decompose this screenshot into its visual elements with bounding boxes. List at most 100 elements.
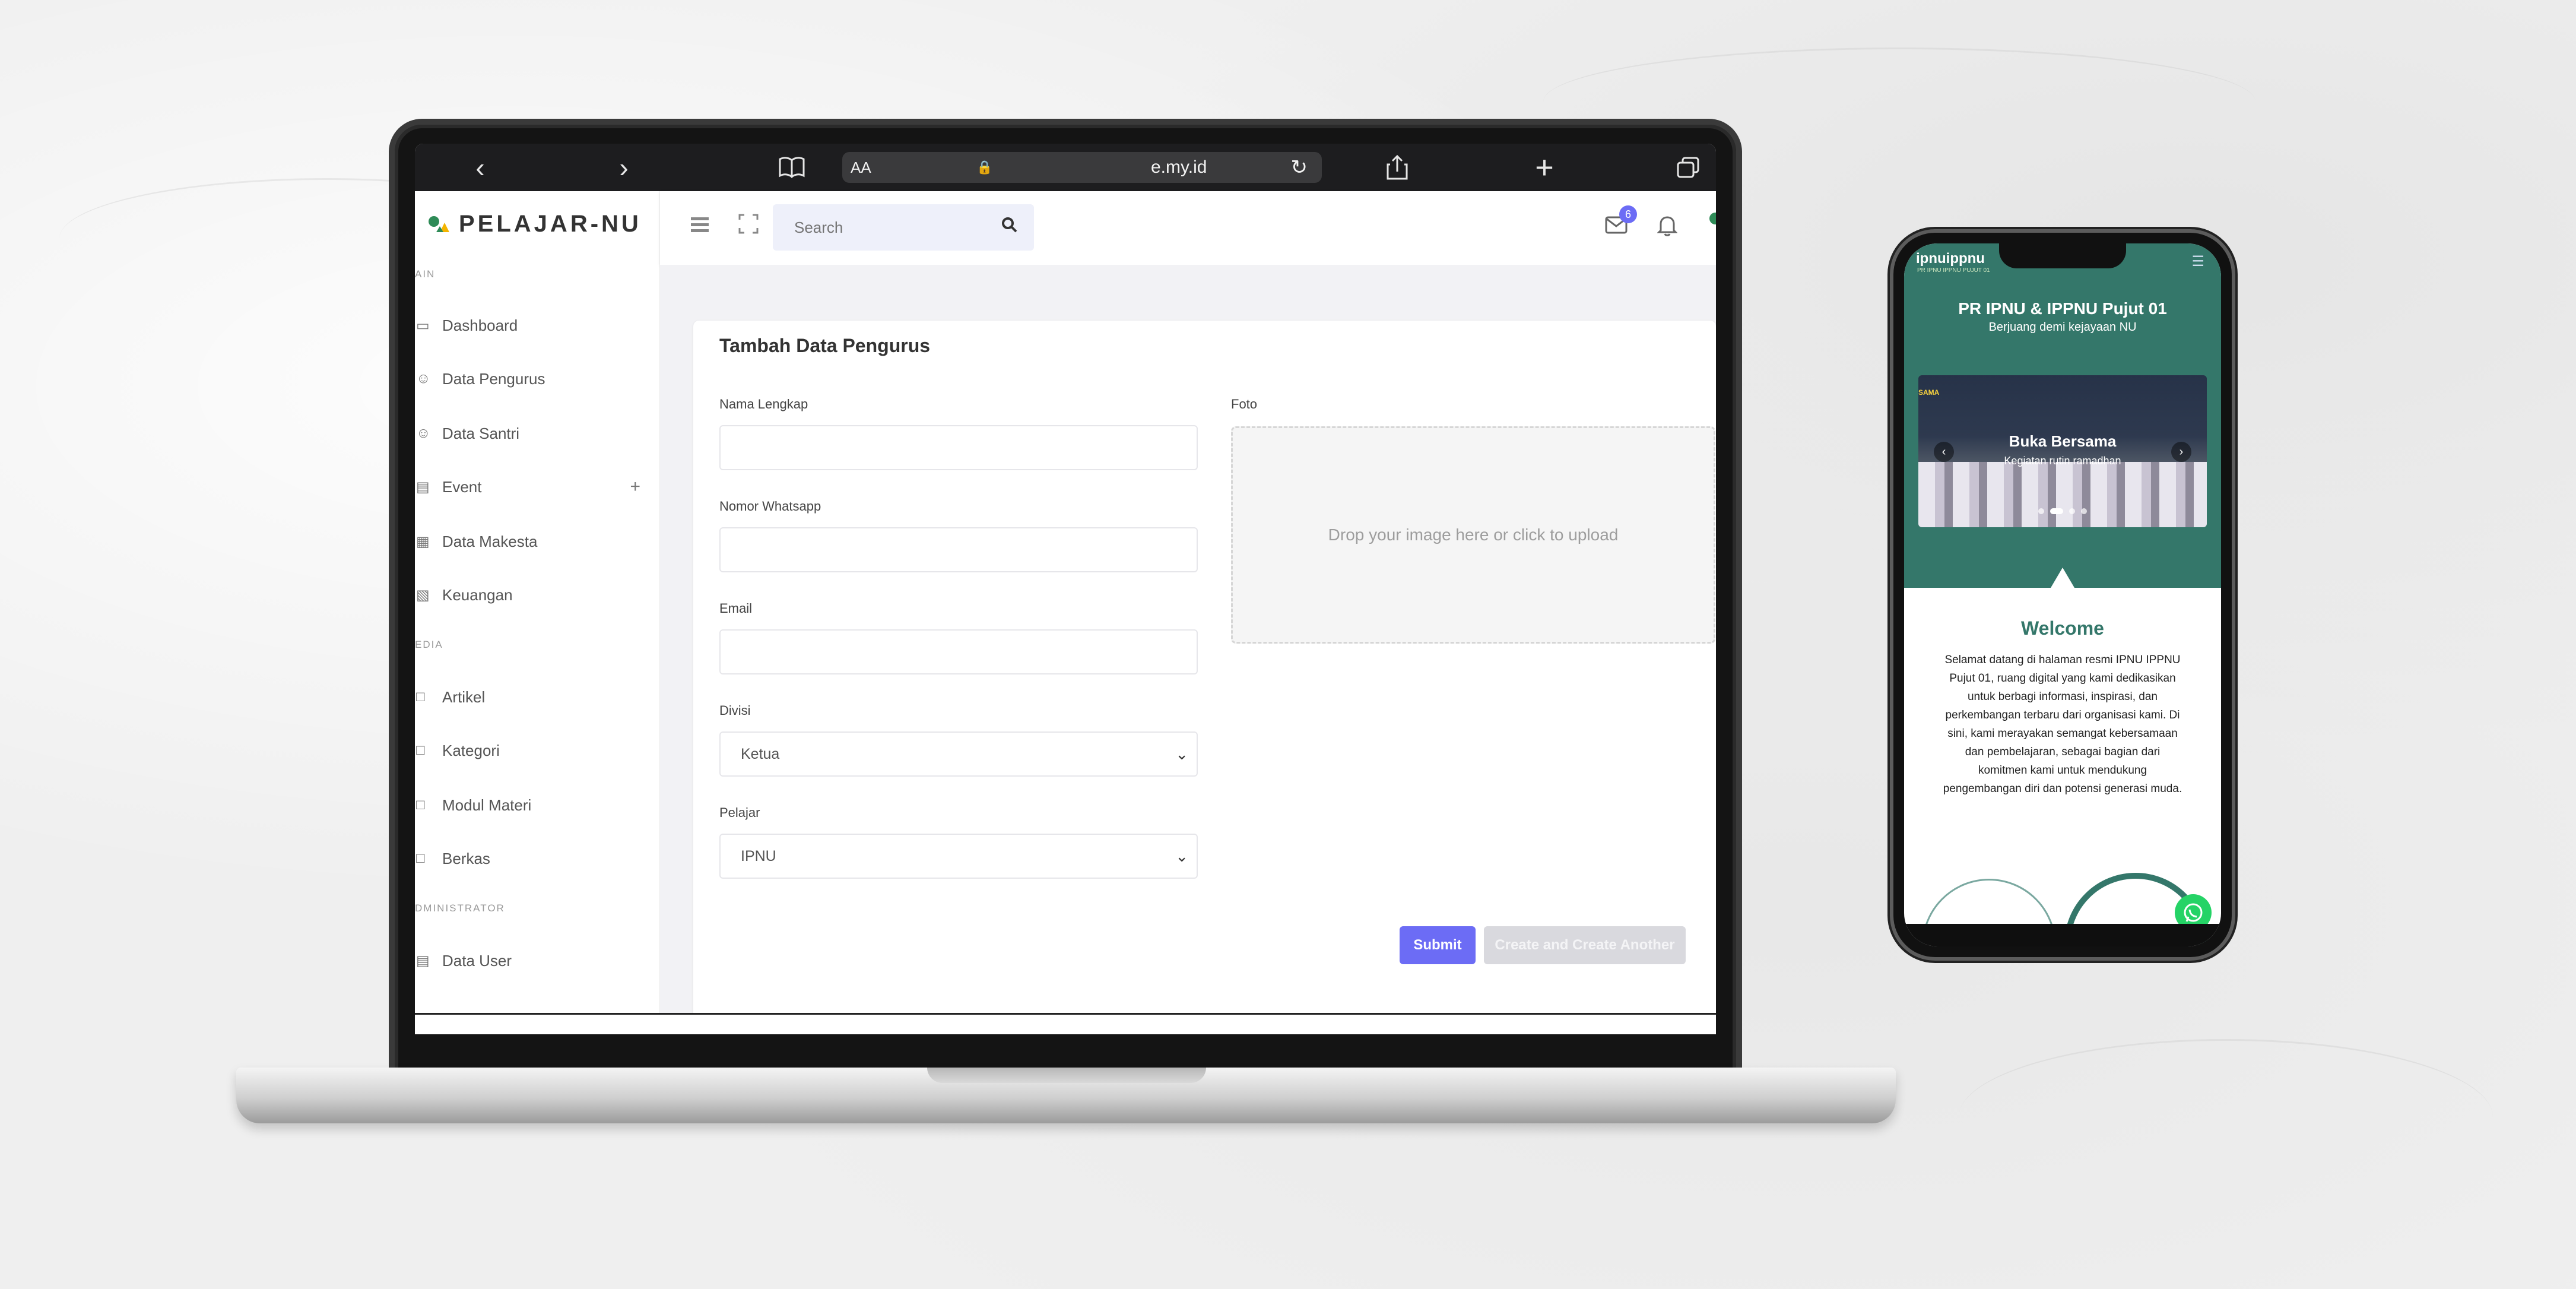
users-icon: ☺ bbox=[416, 370, 431, 387]
bookmark-icon: □ bbox=[416, 742, 425, 758]
image-carousel[interactable]: SAMA Buka Bersama Kegiatan rutin ramadha… bbox=[1918, 375, 2207, 527]
share-icon[interactable] bbox=[1376, 144, 1418, 191]
reload-icon[interactable]: ↻ bbox=[1291, 156, 1308, 179]
nama-lengkap-label: Nama Lengkap bbox=[719, 397, 808, 411]
carousel-next-icon[interactable]: › bbox=[2171, 442, 2191, 462]
carousel-caption-subtitle: Kegiatan rutin ramadhan bbox=[2004, 455, 2121, 467]
sidebar-item-artikel[interactable]: □ Artikel bbox=[415, 679, 659, 715]
sidebar-item-kategori[interactable]: □ Kategori bbox=[415, 733, 659, 768]
sidebar: PELAJAR-NU AIN ▭ Dashboard ☺ Data Pengur… bbox=[415, 191, 660, 1034]
foto-label: Foto bbox=[1231, 397, 1258, 411]
image-dropzone[interactable]: Drop your image here or click to upload bbox=[1231, 426, 1715, 644]
sidebar-item-data-user[interactable]: ▤ Data User bbox=[415, 943, 659, 978]
nomor-whatsapp-field[interactable] bbox=[719, 527, 1198, 572]
sidebar-item-data-pengurus[interactable]: ☺ Data Pengurus bbox=[415, 361, 659, 397]
email-field[interactable] bbox=[719, 629, 1198, 674]
sidebar-heading-media: EDIA bbox=[415, 639, 443, 650]
calculator-icon: ▧ bbox=[416, 587, 430, 603]
divisi-label: Divisi bbox=[719, 703, 751, 718]
submit-button[interactable]: Submit bbox=[1400, 926, 1476, 964]
sidebar-heading-admin: DMINISTRATOR bbox=[415, 902, 505, 914]
bookmarks-icon[interactable] bbox=[771, 144, 813, 191]
sidebar-item-label: Data Santri bbox=[442, 424, 520, 442]
phone-bottom-bar bbox=[1904, 924, 2221, 946]
phone-mockup: ipnuippnu PR IPNU IPPNU PUJUT 01 ☰ PR IP… bbox=[1893, 233, 2232, 957]
book-icon: □ bbox=[416, 797, 425, 813]
url-bar[interactable]: AA 🔒 e.my.id ↻ bbox=[842, 152, 1322, 183]
back-icon[interactable]: ‹ bbox=[462, 144, 498, 191]
chevron-down-icon: ⌄ bbox=[1175, 745, 1188, 763]
page-title: Tambah Data Pengurus bbox=[719, 335, 931, 356]
welcome-title: Welcome bbox=[2021, 617, 2104, 639]
url-text: e.my.id bbox=[1151, 157, 1207, 177]
folder-icon: □ bbox=[416, 689, 425, 705]
laptop-opening-notch bbox=[927, 1068, 1206, 1083]
carousel-indicators[interactable] bbox=[1918, 508, 2207, 514]
divisi-select[interactable]: Ketua ⌄ bbox=[719, 731, 1198, 777]
main-content: Tambah Data Pengurus Nama Lengkap Nomor … bbox=[660, 265, 1716, 1034]
sidebar-item-label: Data Makesta bbox=[442, 532, 538, 550]
email-label: Email bbox=[719, 601, 753, 616]
carousel-dot[interactable] bbox=[2081, 508, 2087, 514]
laptop-lid: ‹ › AA 🔒 e.my.id ↻ + PELAJAR-NU AIN ▭ Da… bbox=[395, 125, 1736, 1073]
divisi-selected-value: Ketua bbox=[741, 745, 780, 762]
section-pointer bbox=[2051, 568, 2074, 588]
sidebar-item-label: Dashboard bbox=[442, 316, 518, 334]
paper-texture bbox=[1959, 1039, 2493, 1195]
carousel-dot[interactable] bbox=[2069, 508, 2075, 514]
bell-icon[interactable] bbox=[1657, 215, 1678, 239]
sidebar-heading-main: AIN bbox=[415, 268, 436, 280]
search-input[interactable] bbox=[793, 217, 997, 237]
search-bar bbox=[773, 204, 1034, 251]
sitemap-icon: ▦ bbox=[416, 533, 430, 550]
sidebar-item-data-santri[interactable]: ☺ Data Santri bbox=[415, 416, 659, 451]
nama-lengkap-field[interactable] bbox=[719, 425, 1198, 470]
screen-bottom-strip bbox=[415, 1013, 1716, 1034]
expand-icon[interactable]: + bbox=[630, 477, 640, 497]
hero-section: ipnuippnu PR IPNU IPPNU PUJUT 01 ☰ PR IP… bbox=[1904, 243, 2221, 588]
carousel-dot[interactable] bbox=[2038, 508, 2044, 514]
dropzone-text: Drop your image here or click to upload bbox=[1328, 525, 1619, 544]
hero-title: PR IPNU & IPPNU Pujut 01 bbox=[1958, 299, 2167, 318]
top-navbar: 6 bbox=[660, 191, 1716, 265]
server-icon: ▤ bbox=[416, 952, 430, 969]
form-card: Tambah Data Pengurus Nama Lengkap Nomor … bbox=[693, 321, 1716, 1034]
site-logo[interactable]: ipnuippnu bbox=[1916, 251, 1985, 267]
carousel-dot-active[interactable] bbox=[2050, 508, 2063, 514]
hero-subtitle: Berjuang demi kejayaan NU bbox=[1988, 321, 2137, 334]
sidebar-item-berkas[interactable]: □ Berkas bbox=[415, 841, 659, 876]
forward-icon[interactable]: › bbox=[606, 144, 642, 191]
search-icon[interactable] bbox=[1001, 216, 1019, 237]
brand-logo-icon bbox=[429, 216, 449, 232]
sidebar-item-event[interactable]: ▤ Event + bbox=[415, 469, 659, 505]
sidebar-item-dashboard[interactable]: ▭ Dashboard bbox=[415, 308, 659, 343]
brand[interactable]: PELAJAR-NU bbox=[427, 197, 642, 251]
fullscreen-icon[interactable] bbox=[738, 214, 759, 237]
carousel-tag: SAMA bbox=[1918, 388, 1940, 397]
sidebar-item-label: Kategori bbox=[442, 741, 500, 759]
browser-toolbar: ‹ › AA 🔒 e.my.id ↻ + bbox=[415, 144, 1716, 191]
reader-mode-button[interactable]: AA bbox=[851, 159, 871, 177]
mail-icon[interactable]: 6 bbox=[1605, 205, 1637, 237]
hamburger-icon[interactable] bbox=[691, 217, 709, 233]
menu-icon[interactable]: ☰ bbox=[2191, 253, 2204, 270]
pelajar-select[interactable]: IPNU ⌄ bbox=[719, 834, 1198, 879]
tabs-overview-icon[interactable] bbox=[1667, 144, 1709, 191]
site-logo-subtitle: PR IPNU IPPNU PUJUT 01 bbox=[1917, 267, 1990, 274]
sidebar-item-label: Berkas bbox=[442, 849, 490, 867]
sidebar-item-label: Modul Materi bbox=[442, 796, 532, 814]
brand-name: PELAJAR-NU bbox=[459, 210, 642, 237]
laptop-screen: ‹ › AA 🔒 e.my.id ↻ + PELAJAR-NU AIN ▭ Da… bbox=[415, 144, 1716, 1034]
new-tab-icon[interactable]: + bbox=[1524, 144, 1565, 191]
calendar-icon: ▤ bbox=[416, 479, 430, 495]
carousel-prev-icon[interactable]: ‹ bbox=[1934, 442, 1954, 462]
sidebar-item-modul-materi[interactable]: □ Modul Materi bbox=[415, 787, 659, 823]
phone-screen: ipnuippnu PR IPNU IPPNU PUJUT 01 ☰ PR IP… bbox=[1904, 243, 2221, 946]
chevron-down-icon: ⌄ bbox=[1175, 847, 1188, 865]
create-another-button[interactable]: Create and Create Another bbox=[1484, 926, 1686, 964]
sidebar-item-data-makesta[interactable]: ▦ Data Makesta bbox=[415, 524, 659, 559]
lock-icon: 🔒 bbox=[976, 160, 993, 175]
users-icon: ☺ bbox=[416, 425, 431, 441]
sidebar-item-keuangan[interactable]: ▧ Keuangan bbox=[415, 577, 659, 613]
carousel-photo bbox=[1918, 462, 2207, 527]
